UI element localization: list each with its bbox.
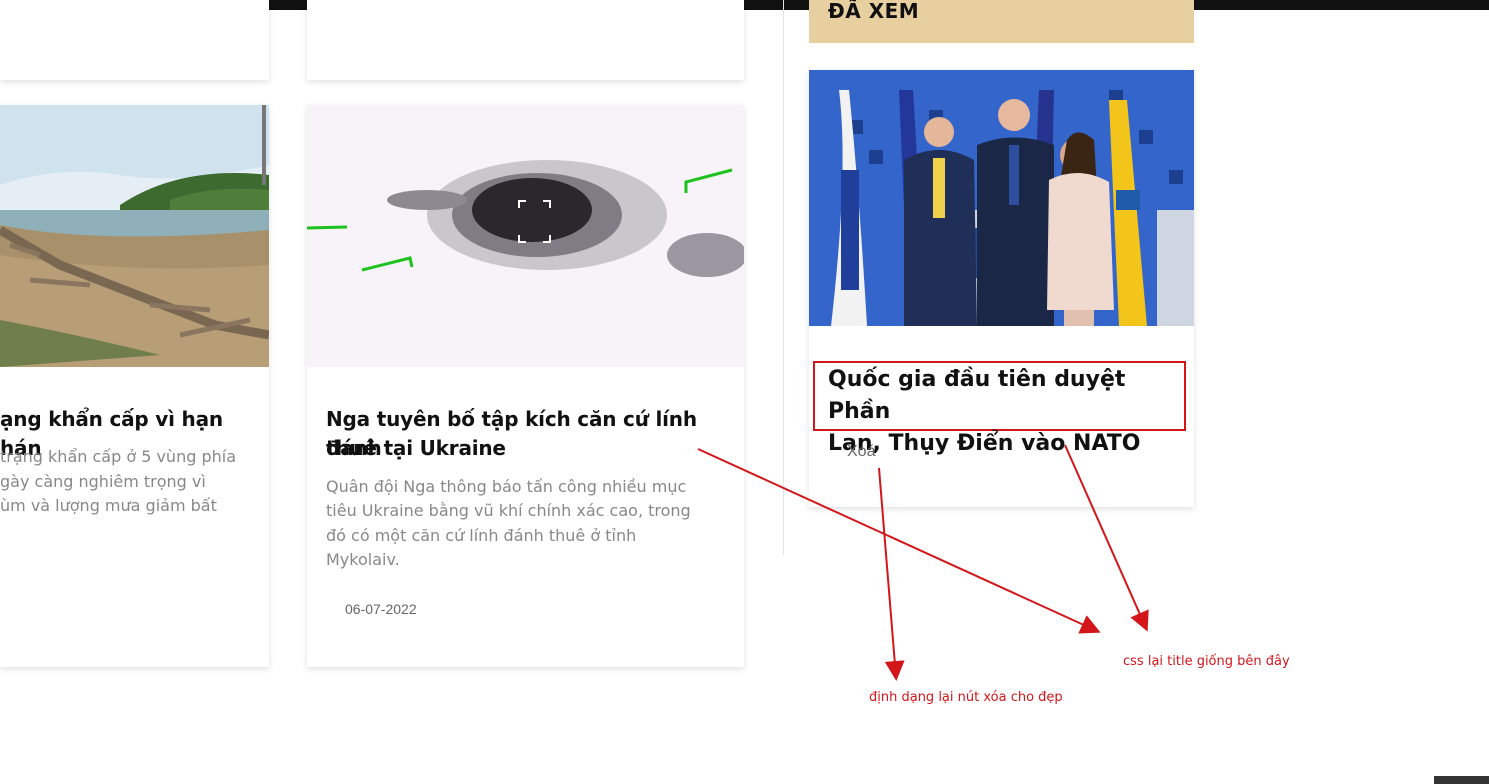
annotation-note-title: css lại title giống bên đây [1123,654,1290,669]
article-card-drought[interactable]: ạng khẩn cấp vì hạn hán trạng khẩn cấp ở… [0,105,269,667]
viewed-article-title-line[interactable]: Lan, Thụy Điển vào NATO [828,428,1178,460]
viewed-article-title[interactable]: Quốc gia đầu tiên duyệt Phần Lan, Thụy Đ… [828,364,1178,460]
annotation-note-delete: định dạng lại nút xóa cho đẹp [869,690,1063,705]
article-card-partial[interactable] [307,0,744,80]
article-excerpt-line: Quân đội Nga thông báo tấn công nhiều mụ… [326,477,687,496]
article-card-strike[interactable]: Nga tuyên bố tập kích căn cứ lính đánh t… [307,105,744,667]
article-card-partial[interactable] [0,0,269,80]
article-excerpt-line: đó có một căn cứ lính đánh thuê ở tỉnh [326,526,637,545]
article-thumbnail-thermal[interactable] [307,105,744,367]
scroll-to-top-button[interactable] [1434,776,1489,784]
article-excerpt-line: ùm và lượng mưa giảm bất [0,496,217,515]
viewed-article-title-line[interactable]: Quốc gia đầu tiên duyệt Phần [828,364,1178,428]
article-excerpt-line: Mykolaiv. [326,550,400,569]
delete-button[interactable]: Xoá [847,443,875,461]
article-excerpt-line: tiêu Ukraine bằng vũ khí chính xác cao, … [326,501,691,520]
viewed-section-title: ĐÃ XEM [828,0,920,23]
article-thumbnail-river[interactable] [0,105,269,367]
article-date: 06-07-2022 [345,601,417,617]
viewed-section-header: ĐÃ XEM [809,0,1194,43]
article-thumbnail-nato[interactable] [809,70,1194,326]
column-divider [783,0,784,555]
article-title[interactable]: thuê tại Ukraine [326,434,506,463]
article-excerpt-line: gày càng nghiêm trọng vì [0,472,206,491]
article-excerpt-line: trạng khẩn cấp ở 5 vùng phía [0,447,236,466]
